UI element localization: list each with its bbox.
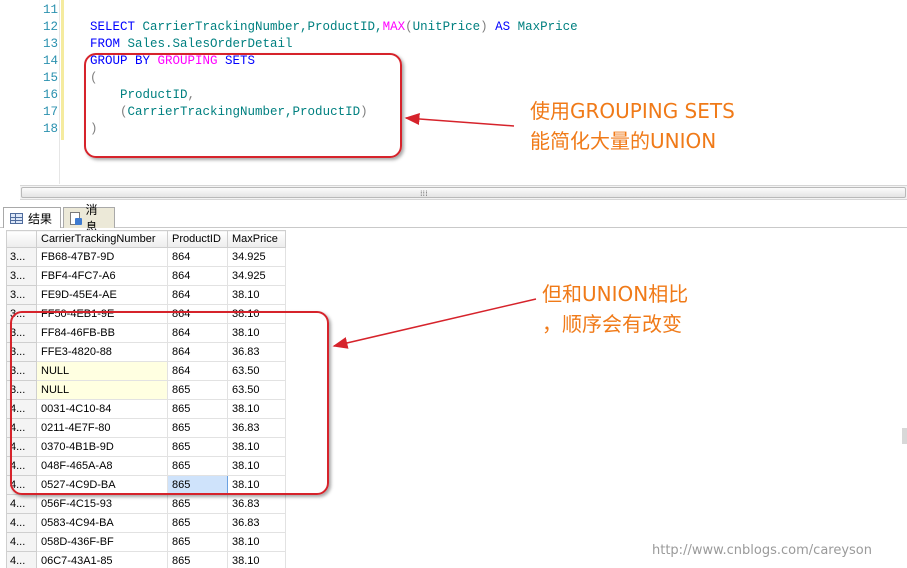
arrow-to-grouping-box xyxy=(404,113,515,127)
arrow-to-rows-box xyxy=(332,298,537,349)
watermark-url: http://www.cnblogs.com/careyson xyxy=(652,543,872,558)
annotation-arrows xyxy=(332,113,537,349)
annotation-line: 使用GROUPING SETS xyxy=(530,99,735,123)
annotation-line: 但和UNION相比 xyxy=(542,282,689,306)
annotation-grouping-sets: 使用GROUPING SETS 能简化大量的UNION xyxy=(530,96,735,156)
annotation-order-change: 但和UNION相比 ，顺序会有改变 xyxy=(542,279,688,339)
annotation-line: 能简化大量的UNION xyxy=(530,129,717,153)
annotation-line: ，顺序会有改变 xyxy=(542,312,682,336)
